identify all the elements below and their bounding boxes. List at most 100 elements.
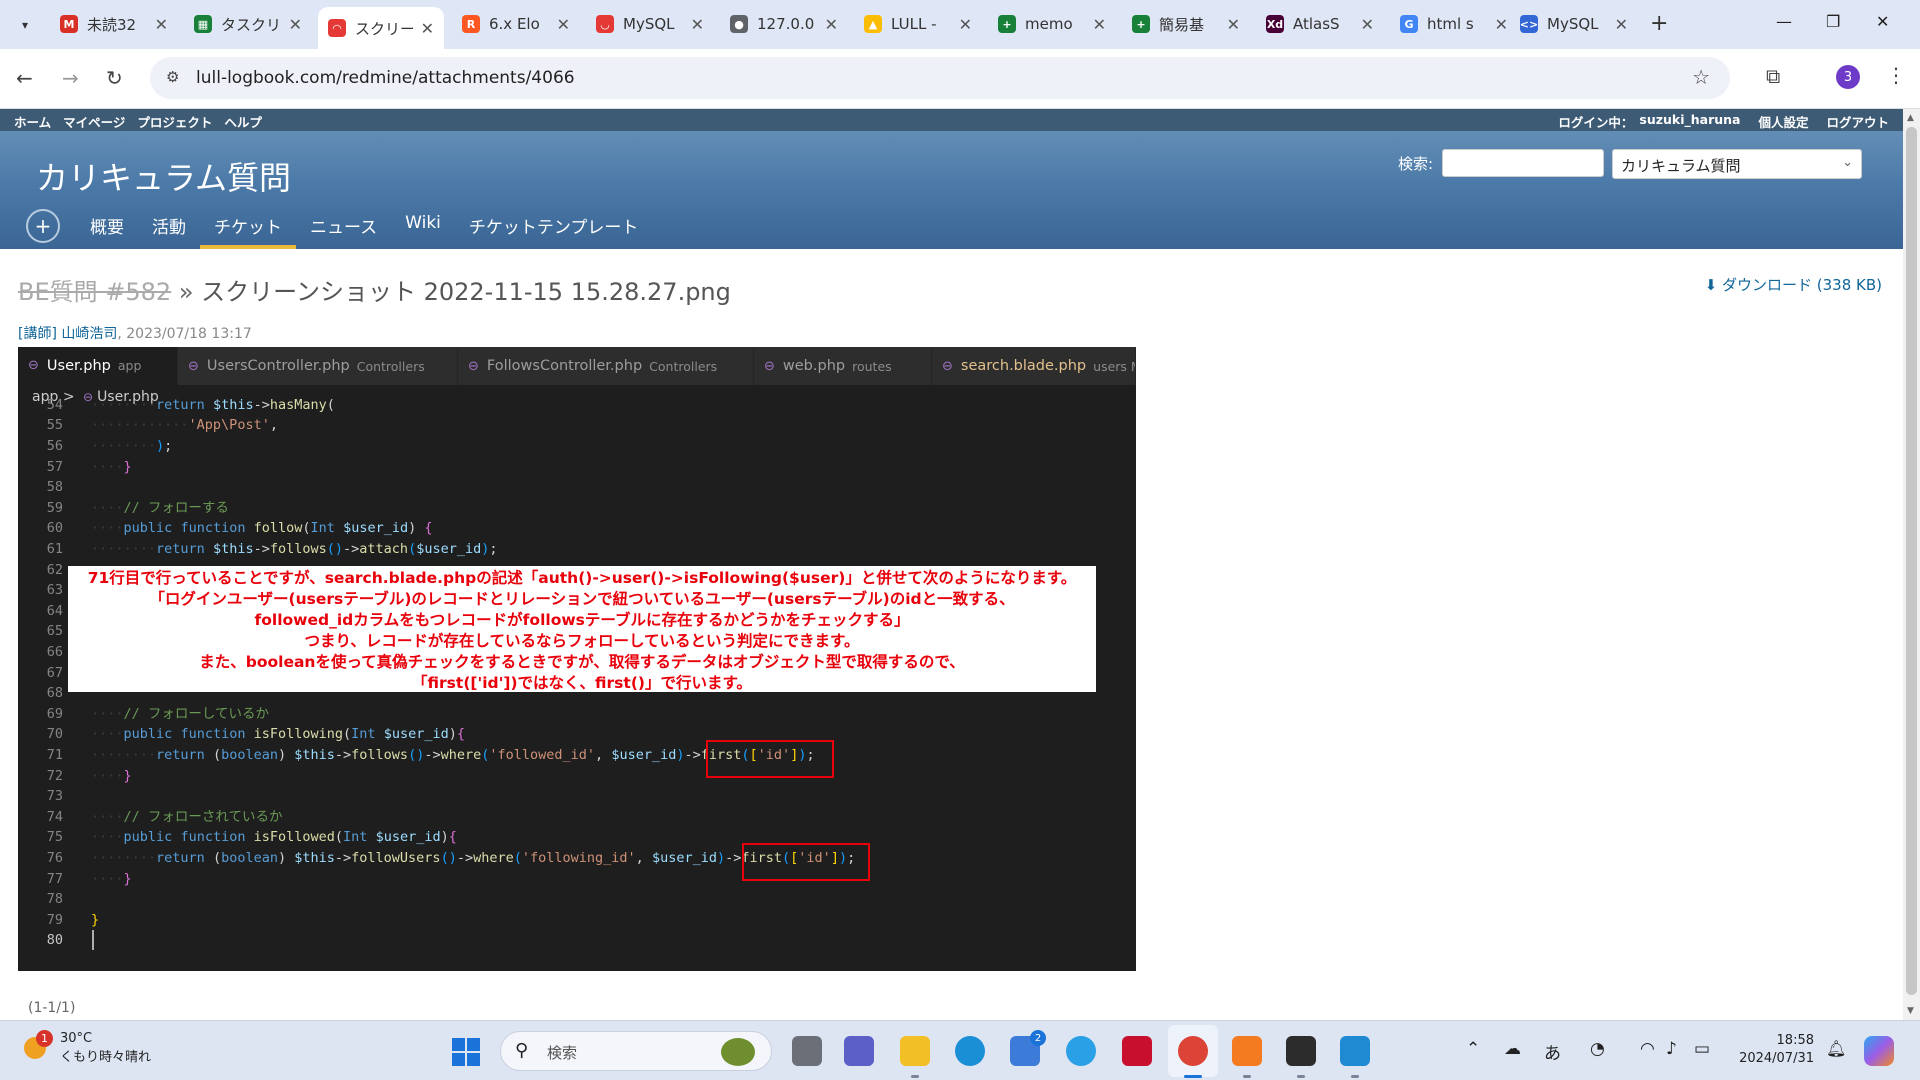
extensions-icon[interactable]: ⧉ <box>1766 64 1780 88</box>
tab-close-icon[interactable]: ✕ <box>691 15 704 34</box>
taskbar-search[interactable]: ⚲ 検索 <box>500 1031 772 1071</box>
tab-close-icon[interactable]: ✕ <box>1227 15 1240 34</box>
ime-indicator[interactable]: あ <box>1544 1039 1561 1064</box>
windows-start-icon[interactable] <box>452 1038 480 1066</box>
tab-close-icon[interactable]: ✕ <box>1495 15 1508 34</box>
teams-icon[interactable] <box>844 1036 874 1066</box>
site-info-icon[interactable]: ⚙ <box>166 68 179 86</box>
ime-mode-icon[interactable]: ◔ <box>1590 1039 1605 1059</box>
vscode-icon[interactable] <box>1340 1036 1370 1066</box>
issue-link[interactable]: BE質問 #582 <box>18 278 171 306</box>
browser-tab[interactable]: ◠ スクリー ✕ <box>318 7 444 49</box>
browser-tab[interactable]: ● 127.0.0 ✕ <box>720 7 848 41</box>
code-line: 73 <box>46 788 63 804</box>
menu-news[interactable]: ニュース <box>296 213 391 249</box>
tab-close-icon[interactable]: ✕ <box>289 15 302 34</box>
weather-widget[interactable]: 1 30°C くもり時々晴れ <box>22 1030 151 1065</box>
browser-tab[interactable]: + 簡易基 ✕ <box>1122 7 1250 41</box>
address-bar-row: ← → ↻ ⚙ lull-logbook.com/redmine/attachm… <box>0 49 1920 109</box>
tab-close-icon[interactable]: ✕ <box>421 19 434 38</box>
scroll-down-icon[interactable]: ▼ <box>1907 1006 1914 1016</box>
profile-avatar[interactable]: 3 <box>1836 65 1860 89</box>
tab-close-icon[interactable]: ✕ <box>1361 15 1374 34</box>
url-text[interactable]: lull-logbook.com/redmine/attachments/406… <box>196 68 575 88</box>
menu-wiki[interactable]: Wiki <box>391 213 455 249</box>
omnibox[interactable]: ⚙ lull-logbook.com/redmine/attachments/4… <box>150 57 1730 99</box>
terminal-icon[interactable] <box>1286 1036 1316 1066</box>
battery-icon[interactable]: ▭ <box>1694 1039 1710 1059</box>
editor-tab-followscontroller: ⊖ FollowsController.php Controllers <box>458 347 754 385</box>
logout-link[interactable]: ログアウト <box>1826 112 1889 131</box>
minimize-icon[interactable]: — <box>1776 12 1792 31</box>
restore-icon[interactable]: ❐ <box>1826 12 1840 31</box>
browser-tab[interactable]: Xd AtlasS ✕ <box>1256 7 1384 41</box>
tab-close-icon[interactable]: ✕ <box>557 15 570 34</box>
author-line: [講師] 山崎浩司, 2023/07/18 13:17 <box>18 323 252 343</box>
browser-menu-icon[interactable]: ⋮ <box>1886 63 1906 87</box>
browser-tab[interactable]: Ghtml s ✕ <box>1390 7 1518 41</box>
scroll-up-icon[interactable]: ▲ <box>1907 113 1914 123</box>
browser-tab[interactable]: + memo ✕ <box>988 7 1116 41</box>
code-line: 74 ····// フォローされているか <box>46 809 283 825</box>
browser-tab[interactable]: ▲ LULL - ✕ <box>854 7 982 41</box>
tab-close-icon[interactable]: ✕ <box>1093 15 1106 34</box>
tab-close-icon[interactable]: ✕ <box>825 15 838 34</box>
search-input[interactable] <box>1442 149 1604 177</box>
menu-issues[interactable]: チケット <box>200 213 296 249</box>
browser-tab[interactable]: <> MySQL ✕ <box>1510 7 1638 41</box>
top-menu-help[interactable]: ヘルプ <box>224 112 262 131</box>
bookmark-star-icon[interactable]: ☆ <box>1692 65 1710 89</box>
browser-tab[interactable]: ▦ タスクリ ✕ <box>184 7 312 41</box>
page-scrollbar[interactable]: ▲ ▼ <box>1903 109 1920 1020</box>
copilot-icon[interactable] <box>1864 1036 1894 1066</box>
notification-bell-icon[interactable]: 🔔︎ <box>1826 1039 1846 1058</box>
logged-in-user[interactable]: suzuki_haruna <box>1639 112 1740 131</box>
menu-issue-templates[interactable]: チケットテンプレート <box>455 213 653 249</box>
forward-icon[interactable]: → <box>62 66 79 90</box>
wifi-icon[interactable]: ◠ <box>1640 1039 1655 1059</box>
browser-tab[interactable]: R 6.x Elo ✕ <box>452 7 580 41</box>
reload-icon[interactable]: ↻ <box>106 66 123 90</box>
tab-close-icon[interactable]: ✕ <box>155 15 168 34</box>
browser-tab[interactable]: M 未読32 ✕ <box>50 7 178 41</box>
volume-icon[interactable]: ♪ <box>1666 1039 1677 1059</box>
menu-overview[interactable]: 概要 <box>76 213 138 249</box>
onedrive-icon[interactable]: ☁ <box>1504 1039 1521 1059</box>
top-menu-home[interactable]: ホーム <box>14 112 51 131</box>
download-link[interactable]: ⬇ ダウンロード (338 KB) <box>1705 274 1882 295</box>
xampp-icon[interactable] <box>1232 1036 1262 1066</box>
scrollbar-thumb[interactable] <box>1906 127 1917 995</box>
chevron-down-icon: ⌄ <box>1842 155 1853 170</box>
task-view-icon[interactable] <box>792 1036 822 1066</box>
mcafee-icon[interactable] <box>1122 1036 1152 1066</box>
my-account-link[interactable]: 個人設定 <box>1758 112 1808 131</box>
tab-close-icon[interactable]: ✕ <box>1615 15 1628 34</box>
top-menu-mypage[interactable]: マイページ <box>63 112 125 131</box>
php-file-icon: ⊖ <box>764 358 775 374</box>
edge-icon[interactable] <box>955 1036 985 1066</box>
close-window-icon[interactable]: ✕ <box>1876 12 1889 31</box>
author-link[interactable]: [講師] 山崎浩司 <box>18 326 117 342</box>
tab-favicon-icon: ◠ <box>328 19 346 37</box>
code-line: 60 ····public function follow(Int $user_i… <box>46 520 433 536</box>
tab-title: タスクリ <box>221 15 281 34</box>
project-jump-select[interactable]: カリキュラム質問 ⌄ <box>1612 149 1862 179</box>
tray-chevron-up-icon[interactable]: ⌃ <box>1466 1039 1480 1059</box>
chrome-icon[interactable] <box>1178 1036 1208 1066</box>
file-explorer-icon[interactable] <box>900 1036 930 1066</box>
new-tab-icon[interactable]: + <box>1650 11 1668 36</box>
tab-search-icon[interactable]: ▾ <box>10 10 40 40</box>
help-icon[interactable] <box>1066 1036 1096 1066</box>
menu-activity[interactable]: 活動 <box>138 213 200 249</box>
new-object-button[interactable]: + <box>26 209 60 243</box>
taskbar-clock[interactable]: 18:58 2024/07/31 <box>1734 1032 1814 1068</box>
code-line: 55 ············'App\Post', <box>46 417 278 433</box>
tab-close-icon[interactable]: ✕ <box>959 15 972 34</box>
browser-tab[interactable]: ◡ MySQL ✕ <box>586 7 714 41</box>
store-icon[interactable]: 2 <box>1010 1030 1046 1066</box>
editor-tab-dir: app <box>117 358 142 373</box>
back-icon[interactable]: ← <box>16 66 33 90</box>
top-menu-projects[interactable]: プロジェクト <box>137 112 212 131</box>
search-label: 検索: <box>1398 155 1434 173</box>
editor-tab-label: search.blade.php <box>960 358 1087 374</box>
